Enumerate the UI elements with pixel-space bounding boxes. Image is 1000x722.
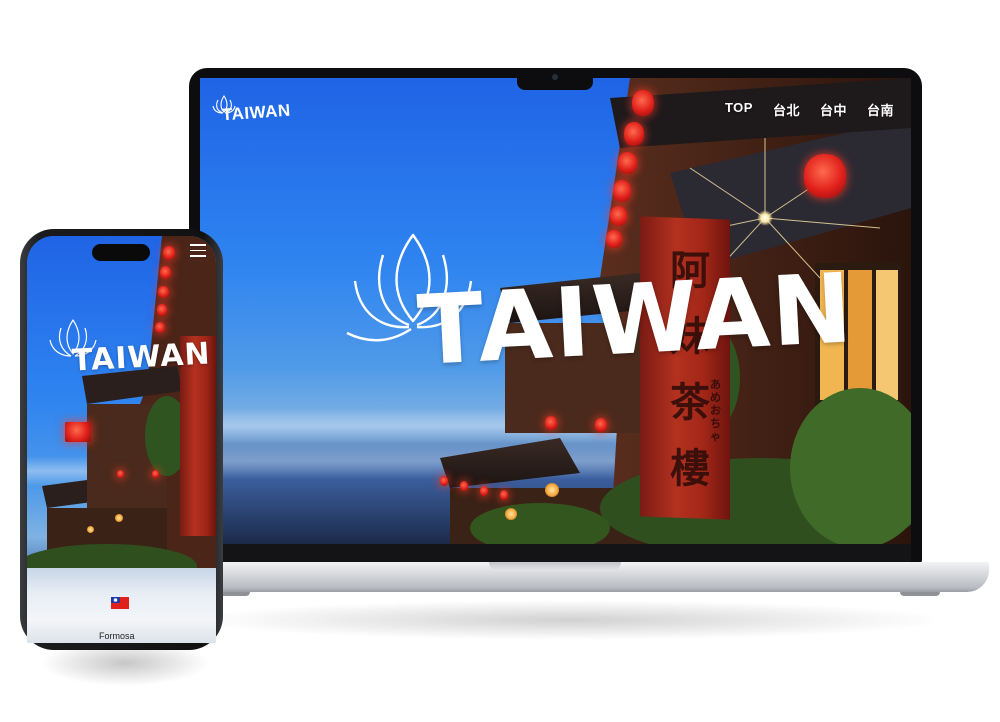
nav-item-taipei[interactable]: 台北	[773, 100, 800, 119]
laptop-foot	[900, 592, 940, 596]
laptop-opening-notch	[489, 562, 621, 571]
mockup-stage: 阿妹茶樓 あめおちゃ TAIWAN TOP 台北 台中 台南 TAIWAN TA…	[0, 0, 1000, 722]
nav-item-top[interactable]: TOP	[725, 100, 753, 119]
laptop-shadow	[190, 600, 950, 640]
red-lantern	[618, 152, 637, 174]
camera-icon	[552, 74, 558, 80]
dynamic-island	[92, 244, 150, 261]
light-starburst	[757, 210, 773, 226]
red-lantern	[632, 90, 654, 116]
red-lantern	[117, 470, 124, 478]
hamburger-menu-icon[interactable]	[190, 244, 206, 258]
red-lantern	[500, 490, 508, 500]
lit-window	[87, 526, 94, 533]
lit-window	[115, 514, 123, 522]
phone-site-logo-text[interactable]: TAIWAN	[71, 336, 211, 378]
hero-title: TAIWAN	[415, 252, 857, 387]
red-lantern	[804, 154, 846, 198]
red-lantern	[545, 416, 557, 430]
red-lantern	[163, 246, 175, 260]
taiwan-flag-icon	[111, 597, 129, 609]
laptop-bezel-bottom	[200, 544, 911, 562]
red-lantern	[460, 481, 468, 491]
red-lantern	[158, 286, 169, 298]
red-lantern	[610, 206, 627, 226]
main-nav: TOP 台北 台中 台南	[725, 100, 894, 119]
nav-item-tainan[interactable]: 台南	[867, 100, 894, 119]
lit-window	[505, 508, 517, 520]
lit-window	[545, 483, 559, 497]
red-lantern	[157, 304, 167, 316]
red-lantern	[65, 422, 91, 442]
red-lantern	[152, 470, 159, 478]
red-lantern	[440, 476, 448, 486]
red-lantern	[624, 122, 644, 146]
red-lantern	[595, 418, 607, 432]
red-lantern	[480, 486, 488, 496]
nav-item-taichung[interactable]: 台中	[820, 100, 847, 119]
footer-caption: Formosa	[99, 631, 135, 641]
red-lantern	[613, 180, 631, 202]
red-lantern	[160, 266, 171, 279]
